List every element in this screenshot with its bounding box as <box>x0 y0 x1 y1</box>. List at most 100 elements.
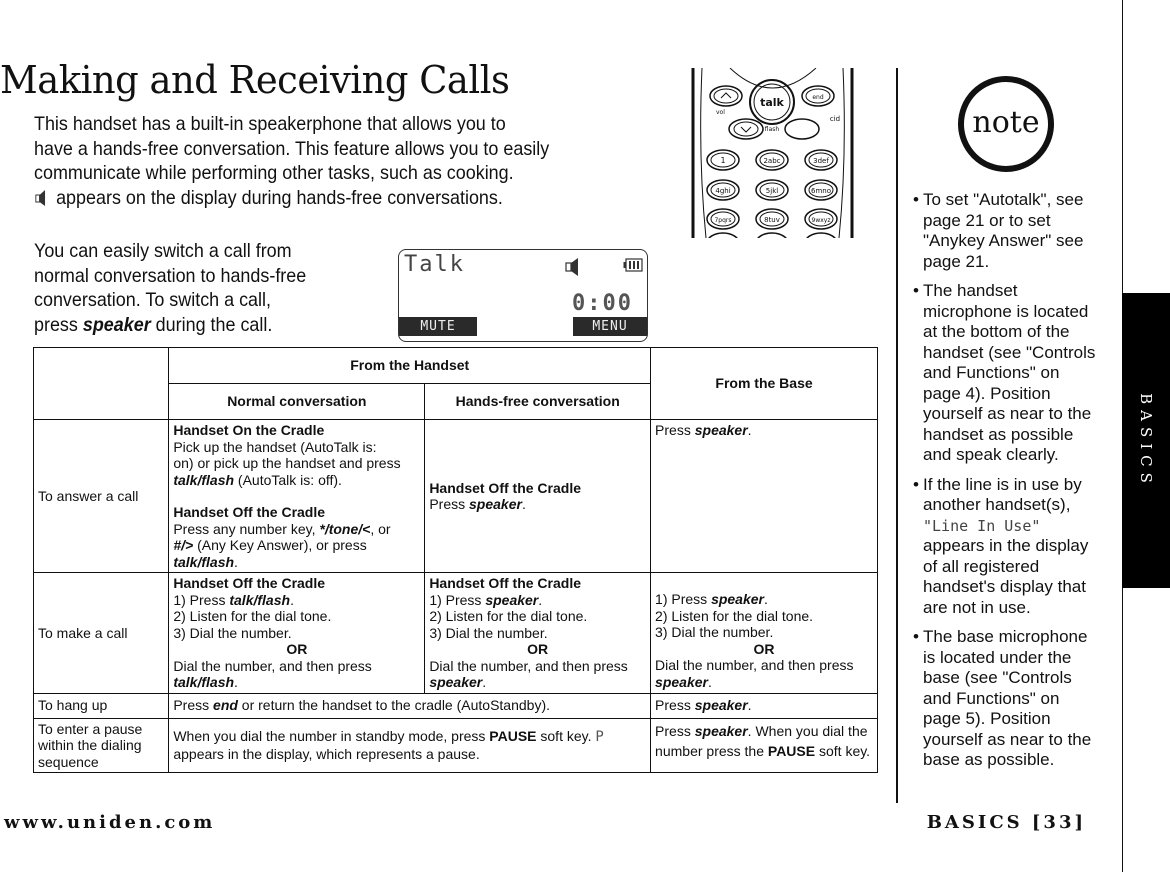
call-timer: 0:00 <box>572 291 633 316</box>
intro-line: communicate while performing other tasks… <box>34 162 514 184</box>
cell-text: Press any number key, */tone/<, or <box>173 521 420 538</box>
cell-heading: Handset On the Cradle <box>173 422 325 438</box>
cell-normal: Handset Off the Cradle 1) Press talk/fla… <box>168 572 426 694</box>
switch-text: during the call. <box>150 313 273 336</box>
column-divider <box>896 68 898 803</box>
key-label: speaker <box>429 674 483 690</box>
page-title: Making and Receiving Calls <box>0 58 510 102</box>
table-header-blank <box>32 347 170 420</box>
intro-line-text: appears on the display during hands-free… <box>56 186 503 209</box>
footer-page-label: BASICS [33] <box>926 812 1086 833</box>
or-label: OR <box>527 641 549 657</box>
cell-text: appears in the display, which represents… <box>173 745 480 762</box>
cell-text: Press <box>429 496 469 512</box>
battery-icon <box>623 258 643 272</box>
speaker-icon <box>35 189 46 206</box>
handset-keypad-illustration: talk end flash cid vol 1 2abc 3def 4ghi … <box>691 68 854 238</box>
cell-text: . <box>482 674 487 690</box>
cell-text: on) or pick up the handset and press <box>173 455 401 471</box>
header-from-handset: From the Handset <box>168 347 652 384</box>
cell-text: Dial the number, and then press <box>429 657 628 674</box>
cell-text: . <box>538 591 543 608</box>
cell-text: . <box>290 591 294 608</box>
key-label: talk/flash <box>173 553 235 570</box>
cell-text: . <box>747 697 752 714</box>
key-5-label: 5jkl <box>766 187 778 195</box>
cell-text: . <box>747 422 752 438</box>
table-row: To enter a pause within the dialing sequ… <box>32 717 878 773</box>
cell-text: (Any Key Answer), or press <box>193 537 367 553</box>
display-message: "Line In Use" <box>923 516 1041 535</box>
cell-text: Press speaker. <box>429 496 646 513</box>
bullet-icon: • <box>913 281 919 300</box>
cell-heading: Handset Off the Cradle <box>429 479 582 496</box>
cell-handsfree: Handset Off the Cradle Press speaker. <box>424 419 652 573</box>
key-label: talk/flash <box>173 471 235 488</box>
section-tab-label: BASICS <box>1137 392 1155 489</box>
switch-line: normal conversation to hands-free <box>34 264 307 287</box>
cell-text: Press <box>655 722 695 739</box>
key-9-label: 9wxyz <box>812 217 831 224</box>
step: 1) Press talk/flash. <box>173 592 420 609</box>
step: 1) Press speaker. <box>655 591 873 608</box>
cell-text: . <box>234 674 238 690</box>
header-normal-conversation: Normal conversation <box>168 383 426 420</box>
cell-base: 1) Press speaker. 2) Listen for the dial… <box>650 572 878 694</box>
mute-softkey: MUTE <box>399 317 477 336</box>
cell-text: talk/flash. <box>173 554 420 571</box>
bullet-icon: • <box>913 190 919 209</box>
cell-normal: Handset On the Cradle Pick up the handse… <box>168 419 426 573</box>
switch-paragraph: You can easily switch a call from normal… <box>34 239 384 337</box>
note-text: If the line is in use by another handset… <box>923 474 1082 515</box>
note-text: appears in the display of all registered… <box>923 536 1089 617</box>
step: 3) Dial the number. <box>655 624 774 640</box>
talk-key-label: talk <box>760 96 784 109</box>
key-1-label: 1 <box>720 156 725 165</box>
bullet-icon: • <box>913 627 919 646</box>
switch-line: press speaker during the call. <box>34 313 384 338</box>
key-label: talk/flash <box>173 674 235 690</box>
handset-inner-right <box>838 68 845 238</box>
step: 1) Press speaker. <box>429 592 646 609</box>
cell-handsfree: Handset Off the Cradle 1) Press speaker.… <box>424 572 652 694</box>
call-operations-table: From the Handset From the Base Normal co… <box>32 347 878 773</box>
table-header-row: From the Handset From the Base <box>32 347 878 420</box>
cell-text: talk/flash. <box>173 674 420 691</box>
table-row: To answer a call Handset On the Cradle P… <box>32 419 878 573</box>
cell-text: Press <box>655 697 695 714</box>
end-key-label: end <box>812 94 823 101</box>
cell-base: Press speaker. <box>650 692 878 719</box>
switch-line: You can easily switch a call from <box>34 240 292 262</box>
handset-inner-left <box>700 68 707 238</box>
cid-key <box>784 118 820 140</box>
key-4-label: 4ghi <box>715 187 730 195</box>
key-label: talk/flash <box>229 591 291 608</box>
key-label: end <box>213 697 238 714</box>
intro-line: appears on the display during hands-free… <box>34 186 623 211</box>
key-6-label: 6mno <box>811 187 831 195</box>
cell-text: Dial the number, and then press <box>655 657 854 673</box>
vol-label: vol <box>716 109 725 116</box>
cell-text: Pick up the handset (AutoTalk is: <box>173 438 377 455</box>
intro-paragraph: This handset has a built-in speakerphone… <box>34 112 623 210</box>
note-label: note <box>972 105 1040 140</box>
cell-text: 1) Press <box>655 591 712 607</box>
note-item: • The base microphone is located under th… <box>913 627 1101 771</box>
key-label: PAUSE <box>767 742 816 759</box>
cell-text: . <box>707 673 712 690</box>
header-handsfree-conversation: Hands-free conversation <box>424 383 652 420</box>
key-label: speaker <box>694 697 748 714</box>
intro-line: This handset has a built-in speakerphone… <box>34 113 506 135</box>
or-label: OR <box>753 640 775 657</box>
step: 3) Dial the number. <box>429 624 548 641</box>
cell-text: soft key. <box>536 728 596 745</box>
cell-text: (AutoTalk is: off). <box>234 471 342 488</box>
cell-base: Press speaker. <box>650 419 878 573</box>
cell-text: Press <box>173 697 214 714</box>
cell-text: , or <box>370 520 391 537</box>
lcd-display: Talk 0:00 MUTE MENU <box>398 249 648 342</box>
cell-heading: Handset Off the Cradle <box>173 504 326 520</box>
cell-heading: Handset Off the Cradle <box>429 575 582 591</box>
row-action: To enter a pause within the dialing sequ… <box>32 717 170 773</box>
